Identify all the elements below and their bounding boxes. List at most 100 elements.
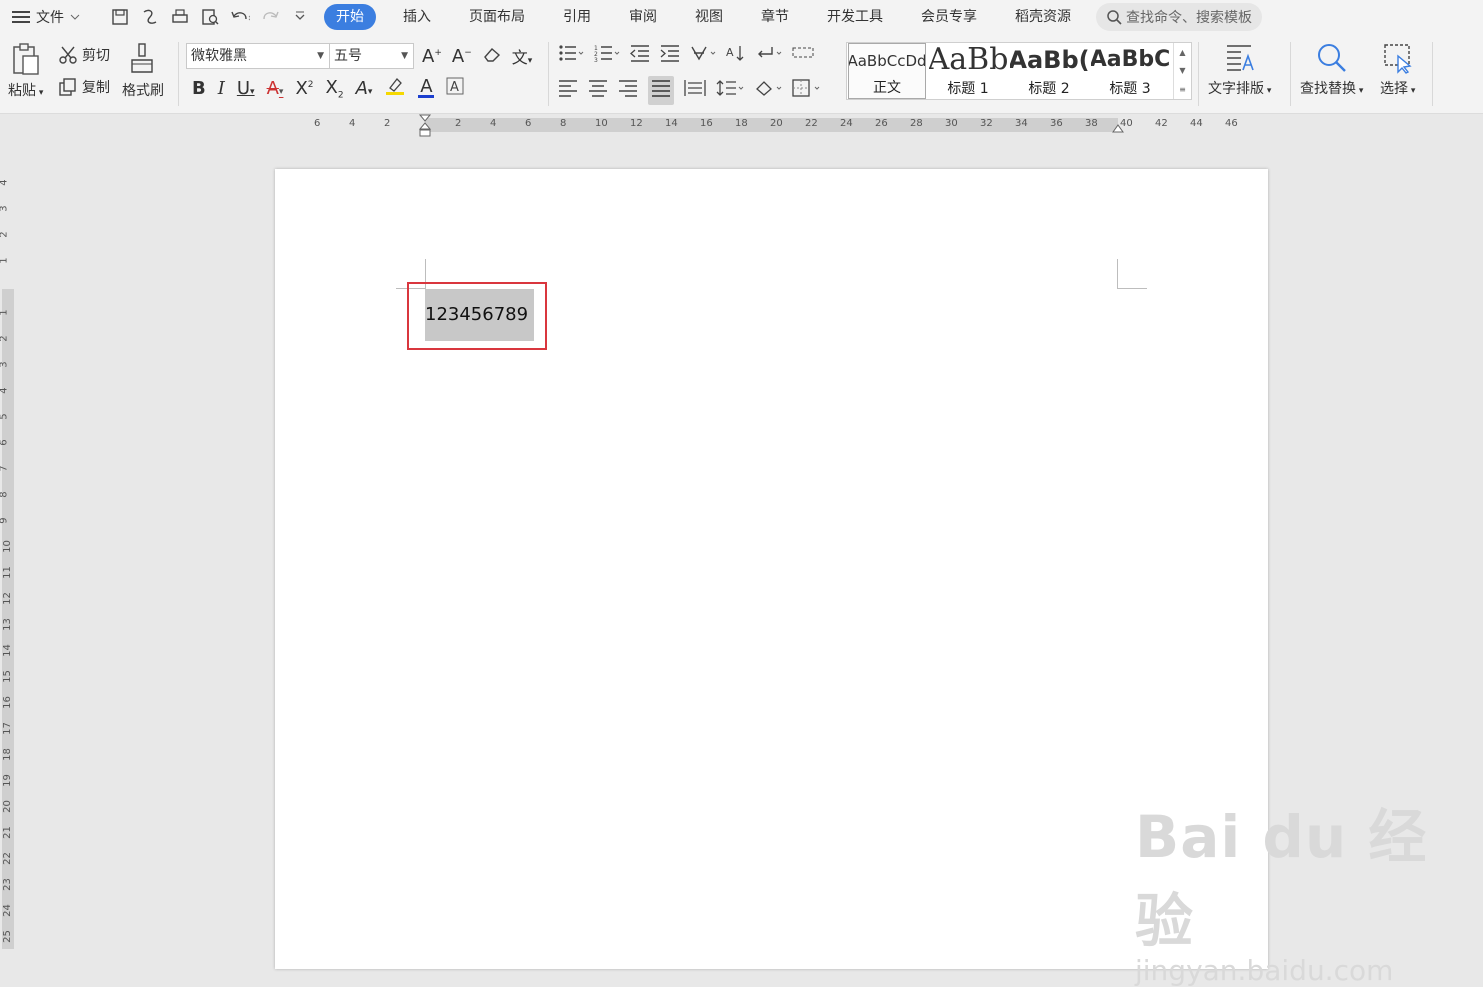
italic-icon[interactable]: I [218,78,225,99]
distributed-align-icon[interactable] [684,79,706,102]
ruler-tick-label: 4 [490,118,497,129]
chevron-down-icon: ▼ [401,51,408,61]
ruler-tick-label: 4 [0,387,10,393]
character-border-icon[interactable]: A [446,77,464,100]
tab-docer[interactable]: 稻壳资源 [996,4,1090,30]
paste-label: 粘贴 [8,83,36,99]
search-icon [1107,10,1122,25]
tab-references[interactable]: 引用 [544,4,610,30]
ruler-tick-label: 8 [560,118,567,129]
tab-view[interactable]: 视图 [676,4,742,30]
print-preview-icon[interactable] [200,7,220,27]
ruler-tick-label: 3 [0,361,10,367]
tab-developer[interactable]: 开发工具 [808,4,902,30]
highlight-icon[interactable] [384,76,406,101]
style-heading-3-preview: AaBbC [1091,47,1169,72]
tab-chapter[interactable]: 章节 [742,4,808,30]
ruler-tick-label: 24 [1,904,13,917]
paste-button[interactable]: 粘贴 ▾ [8,42,43,100]
tab-home[interactable]: 开始 [324,4,376,30]
align-center-icon[interactable] [588,79,608,102]
style-heading-2[interactable]: AaBb( 标题 2 [1010,43,1088,99]
ruler-tick-label: 30 [945,118,958,129]
copy-button[interactable]: 复制 [58,77,110,97]
text-effect-icon[interactable]: A▾ [356,78,373,99]
bullet-list-icon[interactable] [558,44,584,67]
borders-icon[interactable] [792,79,820,102]
find-replace-button[interactable]: 查找替换 ▾ [1300,42,1363,98]
vertical-ruler[interactable]: 4321123456789101112131415161718192021222… [0,136,16,949]
strikethrough-icon[interactable]: A▾ [267,78,284,99]
text-layout-button[interactable]: 文字排版 ▾ [1208,42,1271,98]
style-heading-3[interactable]: AaBbC 标题 3 [1091,43,1169,99]
line-spacing-icon[interactable] [716,79,744,102]
ruler-tick-label: 12 [1,592,13,605]
right-indent-marker-icon[interactable] [1111,122,1125,134]
align-right-icon[interactable] [618,79,638,102]
menu-bar: 文件 开始 插入 页面布局 引用 审阅 视图 章节 开发工具 会员专享 稻壳资源… [0,0,1483,34]
command-search[interactable]: 查找命令、搜索模板 [1096,3,1262,31]
decrease-indent-icon[interactable] [630,44,650,67]
ruler-tick-label: 34 [1015,118,1028,129]
paragraph-mark-icon[interactable] [756,44,782,67]
grow-font-icon[interactable]: A+ [422,46,442,67]
select-button[interactable]: 选择 ▾ [1380,42,1415,98]
chevron-down-icon[interactable]: ▼ [1179,66,1185,75]
annotation-highlight-box [407,282,547,350]
increase-indent-icon[interactable] [660,44,680,67]
save-icon[interactable] [110,7,130,27]
sort-icon[interactable]: A [726,44,746,67]
ruler-tick-label: 10 [1,540,13,553]
clear-format-icon[interactable] [482,45,502,68]
tab-member[interactable]: 会员专享 [902,4,996,30]
cut-button[interactable]: 剪切 [58,45,110,65]
tab-review[interactable]: 审阅 [610,4,676,30]
horizontal-ruler[interactable]: 6 4 2 2 4 6 8 10 12 14 16 18 20 22 24 26 28 30 32 34 36 38 40 4… [0,114,1483,138]
redo-icon[interactable] [260,7,280,27]
svg-text:3: 3 [594,57,598,62]
align-left-icon[interactable] [558,79,578,102]
style-normal[interactable]: AaBbCcDd 正文 [848,43,926,99]
indent-marker-icon[interactable] [418,114,432,138]
superscript-icon[interactable]: X2 [295,78,313,99]
expand-gallery-icon[interactable]: ≡ [1179,85,1186,94]
ruler-tick-label: 18 [1,748,13,761]
output-pdf-icon[interactable] [140,7,160,27]
tab-insert[interactable]: 插入 [384,4,450,30]
font-size-select[interactable]: 五号 ▼ [329,43,414,69]
ruler-tick-label: 9 [0,517,10,523]
undo-icon[interactable] [230,7,250,27]
numbered-list-icon[interactable]: 123 [594,44,620,67]
chevron-up-icon[interactable]: ▲ [1179,48,1185,57]
ruler-tick-label: 14 [665,118,678,129]
format-painter-icon [131,43,153,73]
styles-scroll[interactable]: ▲ ▼ ≡ [1173,43,1191,99]
shading-icon[interactable] [754,79,782,102]
ruler-tick-label: 28 [910,118,923,129]
ruler-tick-label: 6 [314,118,321,129]
ruler-tick-label: 11 [1,566,13,579]
font-color-icon[interactable]: A [418,78,435,98]
subscript-icon[interactable]: X2 [326,77,344,101]
tab-page-layout[interactable]: 页面布局 [450,4,544,30]
underline-icon[interactable]: U▾ [237,78,255,99]
watermark-url: jingyan.baidu.com [1135,954,1394,987]
justify-icon[interactable] [648,76,674,105]
style-heading-2-preview: AaBb( [1010,46,1088,74]
file-menu[interactable]: 文件 [0,0,100,34]
shrink-font-icon[interactable]: A− [452,46,472,67]
ruler-tick-label: 4 [349,118,356,129]
style-heading-1[interactable]: AaBb 标题 1 [929,43,1007,99]
format-painter-button[interactable]: 格式刷 [122,42,164,100]
text-direction-icon[interactable] [690,44,716,67]
customize-toolbar-icon[interactable] [290,7,310,27]
ruler-tick-label: 22 [805,118,818,129]
font-name-select[interactable]: 微软雅黑 ▼ [186,43,330,69]
print-icon[interactable] [170,7,190,27]
bold-icon[interactable]: B [192,78,206,99]
table-tools-icon[interactable] [792,44,814,67]
document-page[interactable]: 123456789 [275,169,1268,969]
style-heading-2-name: 标题 2 [1028,81,1070,97]
phonetic-guide-icon[interactable]: 文▾ [512,44,533,68]
svg-text:A: A [450,80,459,95]
